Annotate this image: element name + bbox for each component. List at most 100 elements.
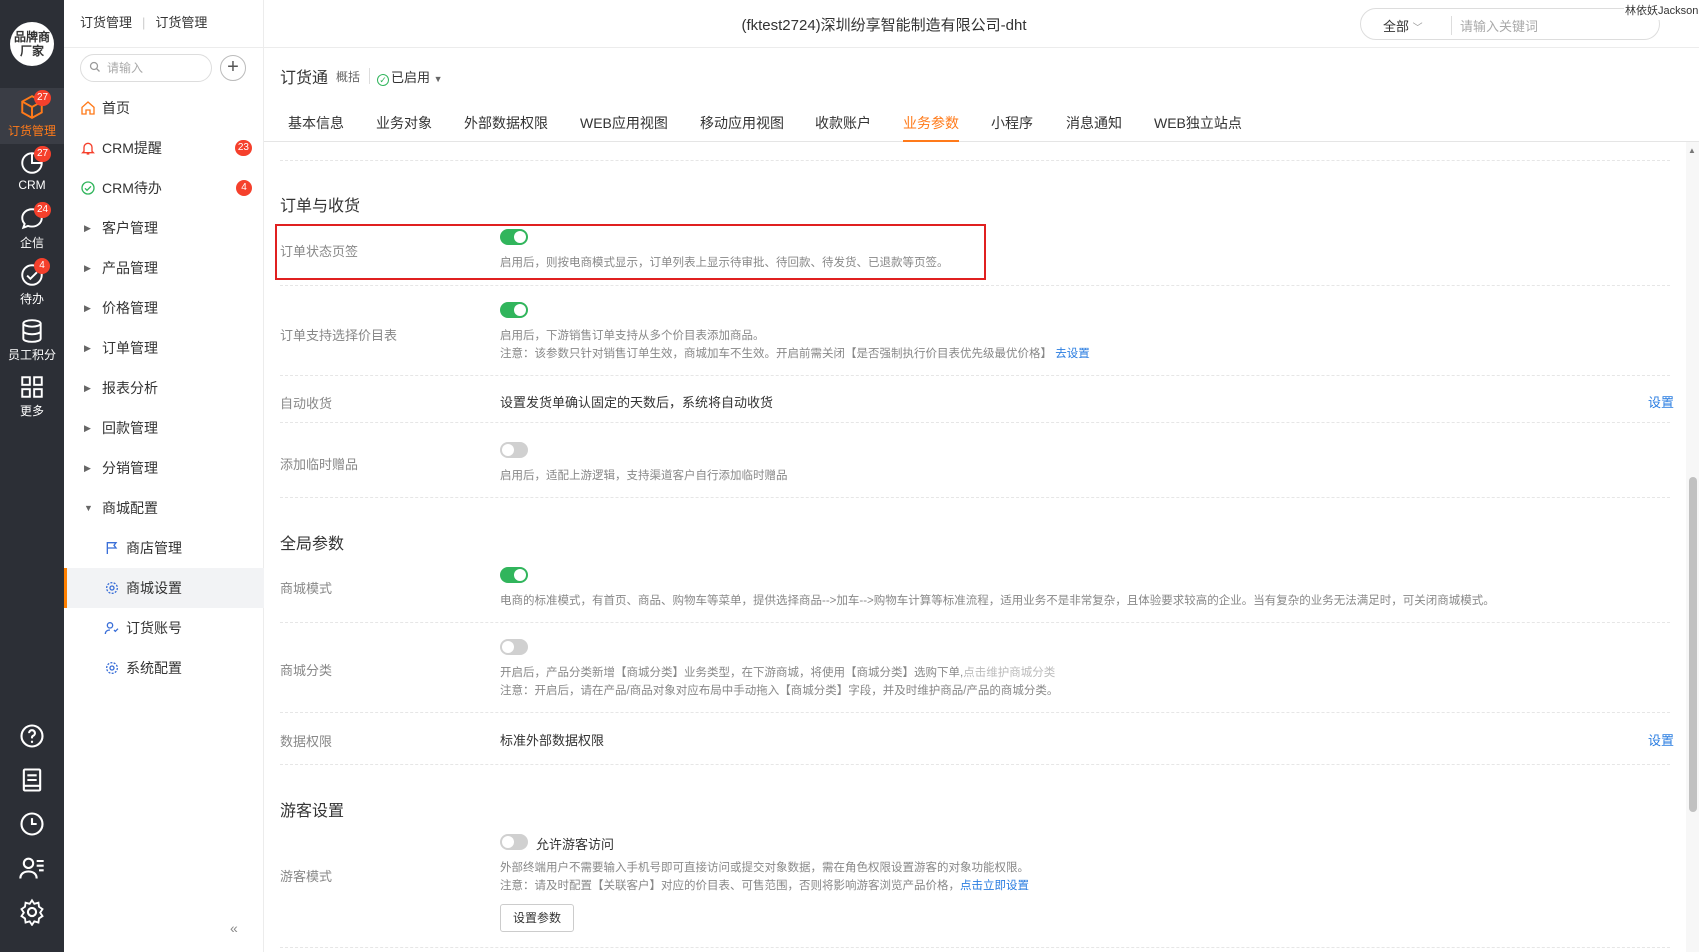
- set-now-link[interactable]: 点击立即设置: [960, 880, 1029, 892]
- sidebar-item-label: 首页: [102, 100, 130, 116]
- sidebar-item-mall-config[interactable]: ▼ 商城配置: [64, 488, 264, 528]
- flag-icon: [106, 542, 118, 554]
- company-name: (fktest2724)深圳纷享智能制造有限公司-dht: [741, 17, 1027, 34]
- section-title-global: 全局参数: [280, 536, 345, 553]
- guest-mode-note: 注意：请及时配置【关联客户】对应的价目表、可售范围，否则将影响游客浏览产品价格，…: [500, 877, 1029, 893]
- price-list-desc: 启用后，下游销售订单支持从多个价目表添加商品。: [500, 330, 765, 342]
- price-list-toggle[interactable]: [500, 302, 528, 318]
- sidebar-item-label: 客户管理: [102, 220, 158, 236]
- search-scope-label: 全部: [1383, 19, 1410, 34]
- rail-item-more[interactable]: 更多: [0, 368, 64, 424]
- notebook-icon[interactable]: [18, 766, 46, 794]
- tab-basic-info[interactable]: 基本信息: [288, 113, 344, 142]
- brand-logo[interactable]: 品牌商厂家: [10, 22, 54, 66]
- top-header: (fktest2724)深圳纷享智能制造有限公司-dht 全部 ﹀ 请输入关键词…: [264, 0, 1699, 48]
- sidebar-item-home[interactable]: 首页: [64, 88, 264, 128]
- auto-receive-settings-link[interactable]: 设置: [1648, 392, 1674, 411]
- caret-right-icon: ▶: [84, 463, 91, 473]
- help-icon[interactable]: [18, 722, 46, 750]
- search-scope-select[interactable]: 全部 ﹀: [1383, 16, 1423, 35]
- mall-mode-toggle[interactable]: [500, 567, 528, 583]
- sidebar-item-system-config[interactable]: 系统配置: [64, 648, 264, 688]
- user-profile[interactable]: 林依妖Jackson: [1624, 0, 1699, 20]
- rail-label: 订货管理: [7, 124, 56, 138]
- sidebar-search-input[interactable]: 请输入: [80, 54, 212, 82]
- contacts-icon[interactable]: [18, 854, 46, 882]
- rail-item-chat[interactable]: 企信 24: [0, 200, 64, 256]
- add-button[interactable]: +: [220, 55, 246, 81]
- caret-right-icon: ▶: [84, 303, 91, 313]
- sidebar-item-mall-settings[interactable]: 商城设置: [64, 568, 264, 608]
- vertical-scrollbar[interactable]: ▲: [1686, 142, 1699, 952]
- tab-notifications[interactable]: 消息通知: [1066, 113, 1122, 142]
- tab-mini-program[interactable]: 小程序: [991, 113, 1033, 142]
- tab-mobile-view[interactable]: 移动应用视图: [700, 113, 784, 142]
- scroll-up-icon[interactable]: ▲: [1688, 146, 1696, 155]
- tab-business-objects[interactable]: 业务对象: [376, 113, 432, 142]
- section-title-guest: 游客设置: [280, 803, 345, 820]
- settings-content: 订单与收货 订单状态页签 启用后，则按电商模式显示，订单列表上显示待审批、待回款…: [264, 142, 1686, 952]
- temp-gift-toggle[interactable]: [500, 442, 528, 458]
- sidebar-header-right[interactable]: 订货管理: [155, 15, 207, 30]
- order-tabs-toggle[interactable]: [500, 229, 528, 245]
- sidebar-breadcrumb: 订货管理 | 订货管理: [64, 0, 263, 48]
- rail-item-crm[interactable]: CRM 27: [0, 144, 64, 200]
- sidebar-header-left[interactable]: 订货管理: [80, 15, 132, 30]
- sidebar-item-price[interactable]: ▶ 价格管理: [64, 288, 264, 328]
- check-circle-icon: ✓: [377, 74, 389, 86]
- sidebar-item-label: 系统配置: [126, 660, 182, 676]
- gear-icon: [106, 582, 118, 594]
- section-title-order: 订单与收货: [280, 198, 361, 215]
- scrollbar-thumb[interactable]: [1689, 477, 1697, 812]
- sidebar-item-crm-todo[interactable]: CRM待办 4: [64, 168, 264, 208]
- chevron-down-icon: ﹀: [1412, 23, 1423, 34]
- sidebar-item-shop-management[interactable]: 商店管理: [64, 528, 264, 568]
- data-permission-settings-link[interactable]: 设置: [1648, 730, 1674, 749]
- divider: [280, 947, 1670, 948]
- count-badge: 4: [236, 180, 252, 196]
- divider: [280, 622, 1670, 623]
- sidebar-item-order-account[interactable]: 订货账号: [64, 608, 264, 648]
- setting-label-order-tabs: 订单状态页签: [280, 244, 359, 259]
- overview-link[interactable]: 概括: [336, 68, 360, 85]
- tab-web-view[interactable]: WEB应用视图: [580, 113, 668, 142]
- settings-icon[interactable]: [18, 898, 46, 926]
- mall-mode-desc: 电商的标准模式，有首页、商品、购物车等菜单，提供选择商品-->加车-->购物车计…: [500, 595, 1495, 607]
- set-params-button[interactable]: 设置参数: [500, 904, 574, 932]
- maintain-category-link[interactable]: 点击维护商城分类: [963, 667, 1055, 679]
- sidebar-item-customer[interactable]: ▶ 客户管理: [64, 208, 264, 248]
- clock-icon[interactable]: [18, 810, 46, 838]
- mall-category-toggle[interactable]: [500, 639, 528, 655]
- sidebar-item-payment[interactable]: ▶ 回款管理: [64, 408, 264, 448]
- sidebar-item-report[interactable]: ▶ 报表分析: [64, 368, 264, 408]
- sidebar-item-label: 产品管理: [102, 260, 158, 276]
- global-search-placeholder: 请输入关键词: [1451, 16, 1538, 35]
- tab-external-permissions[interactable]: 外部数据权限: [464, 113, 548, 142]
- sidebar-item-order[interactable]: ▶ 订单管理: [64, 328, 264, 368]
- divider: [280, 497, 1670, 498]
- allow-guest-toggle[interactable]: [500, 834, 528, 850]
- tab-payment-account[interactable]: 收款账户: [815, 113, 871, 142]
- database-icon: [22, 319, 42, 343]
- guest-mode-note-text: 注意：请及时配置【关联客户】对应的价目表、可售范围，否则将影响游客浏览产品价格，: [500, 880, 960, 892]
- caret-right-icon: ▶: [84, 263, 91, 273]
- tab-web-site[interactable]: WEB独立站点: [1154, 113, 1242, 142]
- rail-item-order[interactable]: 订货管理 27: [0, 88, 64, 144]
- setting-label-guest-mode: 游客模式: [280, 869, 333, 884]
- guest-mode-desc: 外部终端用户不需要输入手机号即可直接访问或提交对象数据，需在角色权限设置游客的对…: [500, 862, 1029, 874]
- setting-label-auto-receive: 自动收货: [280, 396, 333, 411]
- collapse-sidebar-icon[interactable]: «: [230, 920, 238, 936]
- sidebar-item-label: CRM提醒: [102, 140, 162, 156]
- tab-business-params[interactable]: 业务参数: [903, 113, 959, 142]
- sidebar-item-product[interactable]: ▶ 产品管理: [64, 248, 264, 288]
- rail-item-todo[interactable]: 待办 4: [0, 256, 64, 312]
- go-settings-link[interactable]: 去设置: [1055, 348, 1090, 360]
- status-dropdown[interactable]: ✓ 已启用 ▼: [377, 67, 443, 86]
- sidebar-item-distribution[interactable]: ▶ 分销管理: [64, 448, 264, 488]
- rail-item-points[interactable]: 员工积分: [0, 312, 64, 368]
- sidebar-item-crm-reminder[interactable]: CRM提醒 23: [64, 128, 264, 168]
- rail-badge: 27: [34, 90, 52, 106]
- price-list-note-text: 注意：该参数只针对销售订单生效，商城加车不生效。开启前需关闭【是否强制执行价目表…: [500, 348, 1052, 360]
- global-search[interactable]: 全部 ﹀ 请输入关键词: [1360, 8, 1660, 40]
- rail-badge: 4: [34, 258, 50, 274]
